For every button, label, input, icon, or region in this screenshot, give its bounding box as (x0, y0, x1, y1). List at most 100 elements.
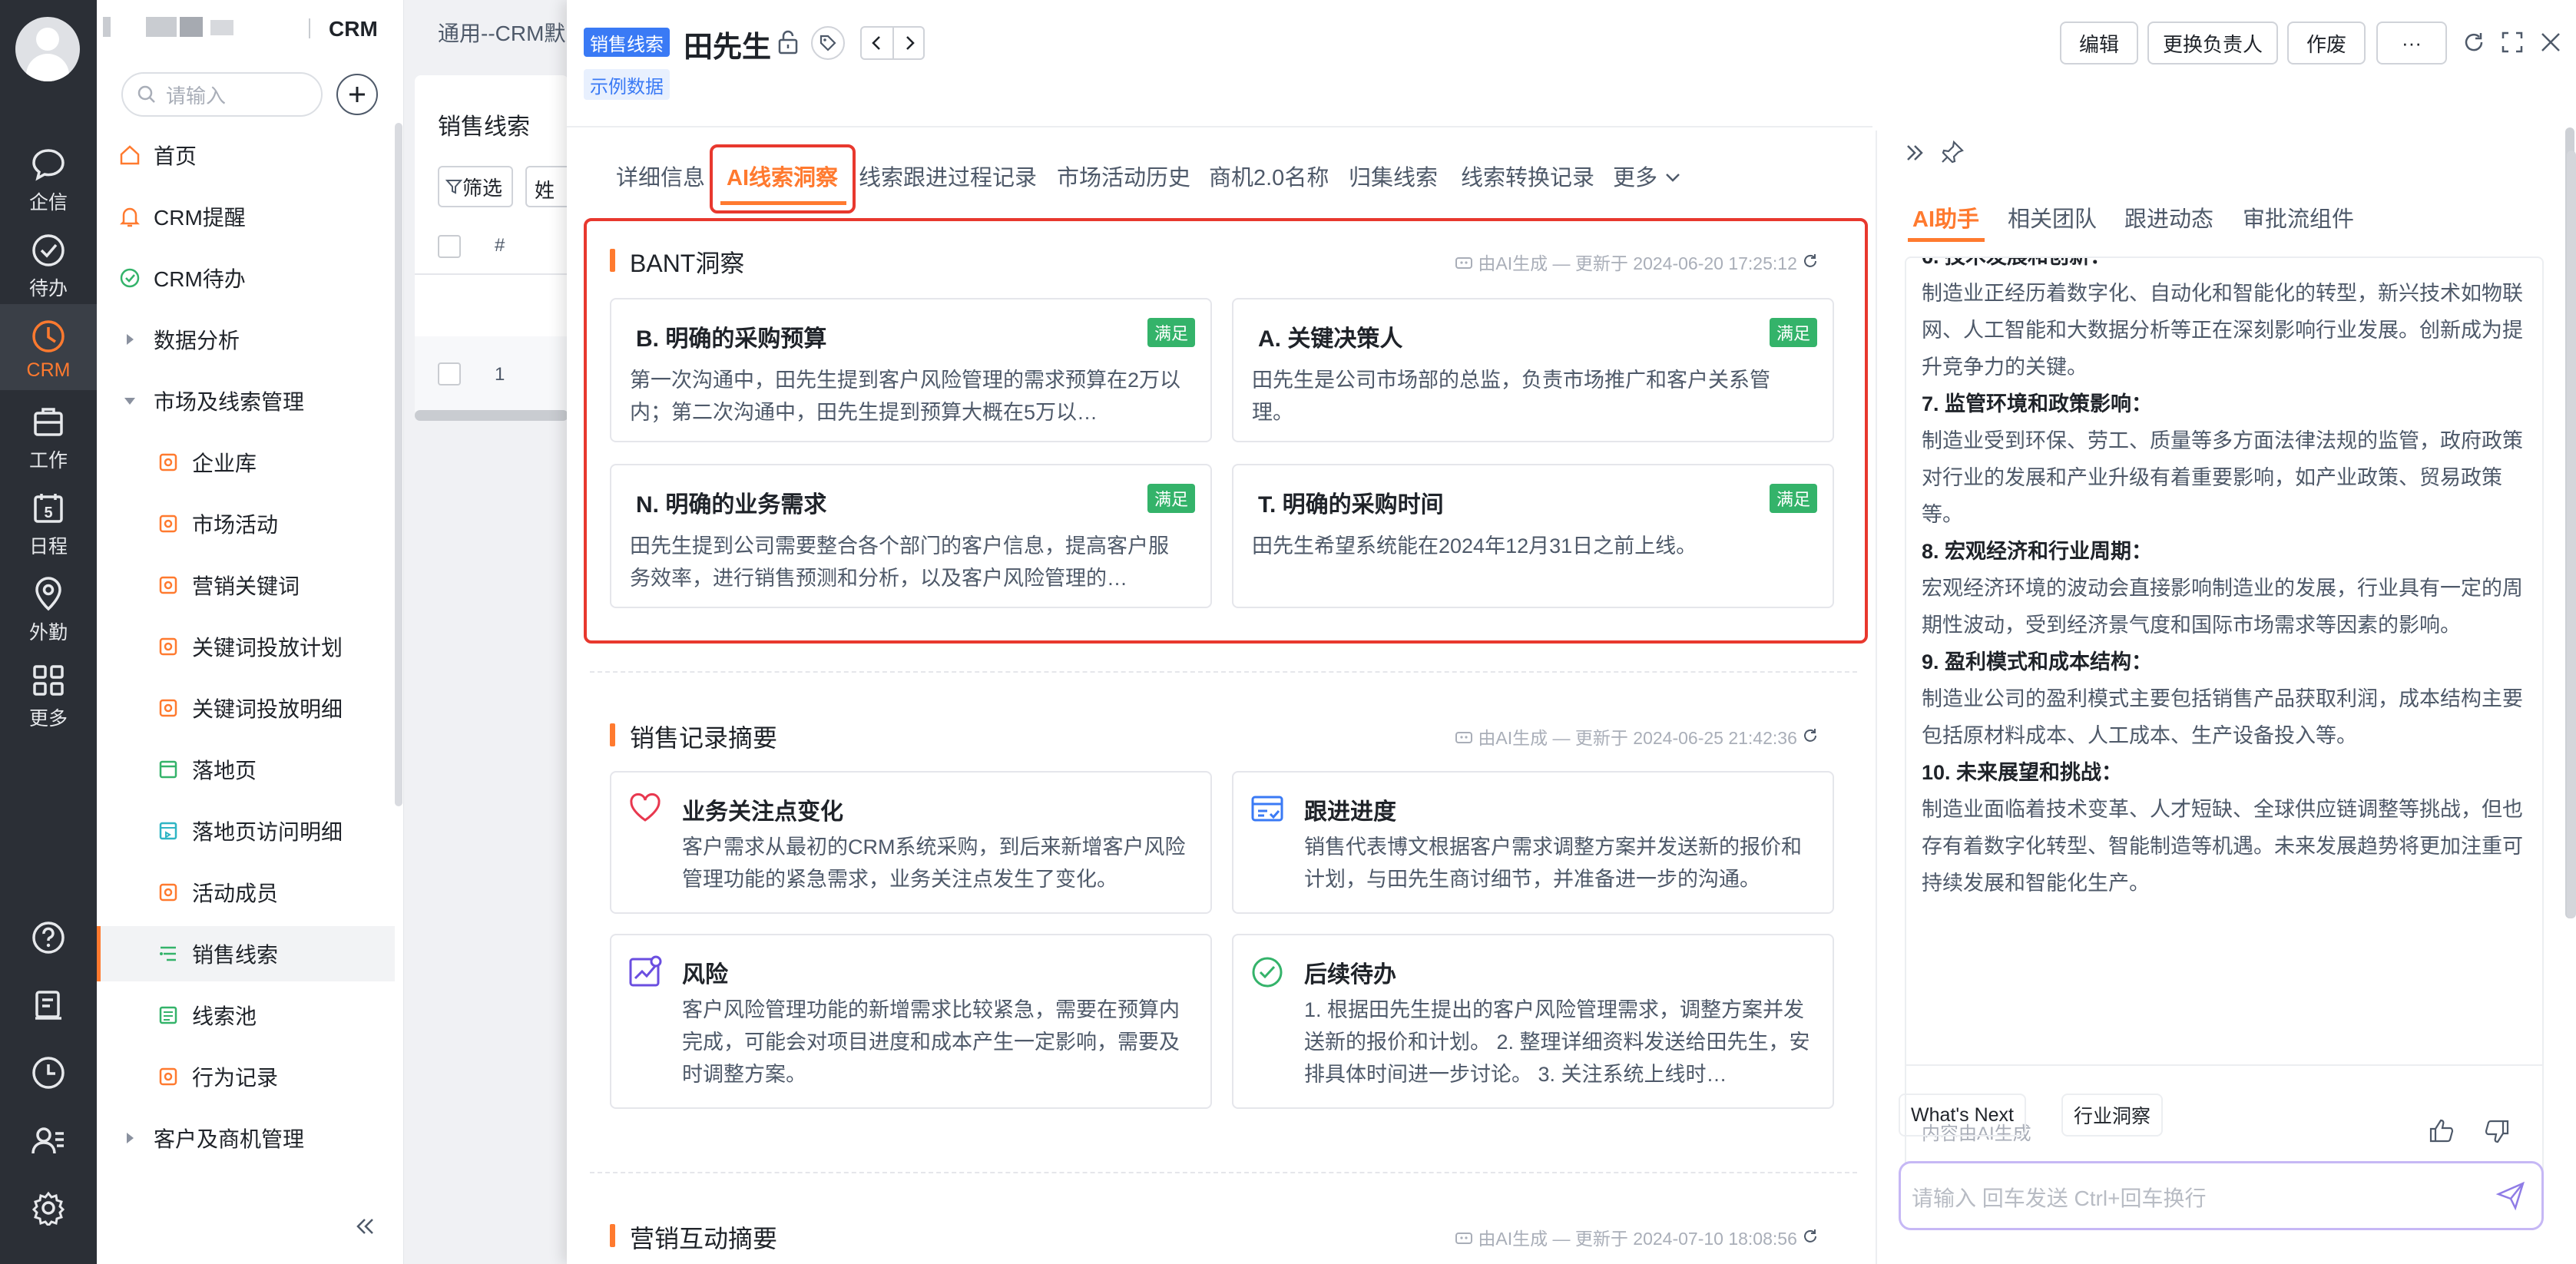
rail-item-field[interactable]: 外勤 (0, 576, 97, 645)
sidebar-item-company-library[interactable]: 企业库 (97, 435, 395, 490)
pin-icon[interactable] (1940, 140, 1965, 164)
sidebar-item-activity-members[interactable]: 活动成员 (97, 865, 395, 920)
chip-whats-next[interactable]: What's Next (1899, 1094, 2026, 1137)
tab-merged-leads[interactable]: 归集线索 (1349, 160, 1438, 192)
rail-item-crm[interactable]: CRM (0, 318, 97, 382)
sidebar-item-label: 行为记录 (192, 1066, 279, 1090)
tag-button[interactable] (811, 26, 845, 60)
ai-chat-input[interactable]: 请输入 回车发送 Ctrl+回车换行 (1899, 1161, 2544, 1230)
chip-industry-insight[interactable]: 行业洞察 (2061, 1094, 2164, 1137)
fullscreen-icon[interactable] (2501, 31, 2524, 54)
rail-item-work[interactable]: 工作 (0, 404, 97, 473)
refresh-icon[interactable] (1802, 727, 1819, 744)
tab-campaign-history[interactable]: 市场活动历史 (1057, 160, 1190, 192)
summary-card-focus[interactable]: 业务关注点变化 客户需求从最初的CRM系统采购，到后来新增客户风险管理功能的紧急… (610, 771, 1212, 914)
select-all-checkbox[interactable] (438, 235, 461, 258)
bant-card-authority[interactable]: A. 关键决策人 满足 田先生是公司市场部的总监，负责市场推广和客户关系管理。 (1232, 298, 1834, 442)
send-icon[interactable] (2495, 1180, 2526, 1211)
history-clock-icon[interactable] (31, 1055, 66, 1090)
tab-conversion-records[interactable]: 线索转换记录 (1461, 160, 1594, 192)
sidebar-item-label: 关键词投放计划 (192, 636, 343, 660)
edit-button[interactable]: 编辑 (2060, 22, 2138, 65)
sidebar-item-crm-reminder[interactable]: CRM提醒 (97, 189, 395, 244)
refresh-icon[interactable] (1802, 1228, 1819, 1245)
bant-title: BANT洞察 (610, 244, 744, 280)
bant-card-timeline[interactable]: T. 明确的采购时间 满足 田先生希望系统能在2024年12月31日之前上线。 (1232, 464, 1834, 608)
chevron-down-icon (1666, 174, 1680, 182)
help-icon[interactable] (31, 920, 66, 955)
sidebar-item-behavior-records[interactable]: 行为记录 (97, 1049, 395, 1104)
expand-double-chevron-icon[interactable] (1903, 141, 1926, 164)
sidebar-item-sales-leads[interactable]: 销售线索 (97, 926, 395, 981)
nav-scrollbar[interactable] (395, 123, 402, 806)
ai-tab-assistant[interactable]: AI助手 (1912, 201, 1979, 233)
sidebar-item-market-lead-mgmt[interactable]: 市场及线索管理 (97, 373, 395, 429)
void-button[interactable]: 作废 (2287, 22, 2366, 65)
sidebar-item-customer-opportunity-mgmt[interactable]: 客户及商机管理 (97, 1110, 395, 1166)
bant-card-budget[interactable]: B. 明确的采购预算 满足 第一次沟通中，田先生提到客户风险管理的需求预算在2万… (610, 298, 1212, 442)
settings-gear-icon[interactable] (31, 1190, 66, 1226)
view-title[interactable]: 通用--CRM默 (438, 17, 565, 48)
nav-search[interactable]: 请输入 (121, 72, 323, 117)
refresh-icon[interactable] (2462, 31, 2485, 54)
ai-response-card: 6. 技术发展和创新： 制造业正经历着数字化、自动化和智能化的转型，新兴技术如物… (1905, 256, 2544, 1193)
sidebar-item-label: 销售线索 (192, 943, 279, 967)
rail-item-more[interactable]: 更多 (0, 662, 97, 731)
add-button[interactable] (336, 74, 378, 115)
ai-tab-approval[interactable]: 审批流组件 (2243, 201, 2354, 233)
ai-tab-dynamics[interactable]: 跟进动态 (2124, 201, 2213, 233)
change-owner-button[interactable]: 更换负责人 (2147, 22, 2278, 65)
sidebar-item-data-analysis[interactable]: 数据分析 (97, 312, 395, 367)
sidebar-item-keyword-plan[interactable]: 关键词投放计划 (97, 619, 395, 674)
tab-opportunity[interactable]: 商机2.0名称 (1209, 160, 1329, 192)
summary-card-progress[interactable]: 跟进进度 销售代表博文根据客户需求调整方案并发送新的报价和计划，与田先生商讨细节… (1232, 771, 1834, 914)
tab-followup-records[interactable]: 线索跟进过程记录 (859, 160, 1037, 192)
sidebar-item-landing-page-visits[interactable]: 落地页访问明细 (97, 803, 395, 859)
rail-item-calendar[interactable]: 5 日程 (0, 490, 97, 559)
thumbs-up-icon[interactable] (2429, 1118, 2455, 1144)
h-scrollbar[interactable] (415, 410, 568, 421)
contacts-icon[interactable] (31, 1123, 66, 1158)
rail-item-todo[interactable]: 待办 (0, 232, 97, 301)
sidebar-item-marketing-activity[interactable]: 市场活动 (97, 496, 395, 551)
tab-ai-insight[interactable]: AI线索洞察 (727, 160, 838, 192)
notes-icon[interactable] (31, 988, 66, 1023)
bant-card-need[interactable]: N. 明确的业务需求 满足 田先生提到公司需要整合各个部门的客户信息，提高客户服… (610, 464, 1212, 608)
sidebar-item-landing-page[interactable]: 落地页 (97, 742, 395, 797)
index-header: # (495, 235, 505, 256)
table-row[interactable]: 1 (415, 336, 568, 412)
thumbs-down-icon[interactable] (2484, 1118, 2510, 1144)
tab-more[interactable]: 更多 (1613, 160, 1682, 192)
row-checkbox[interactable] (438, 362, 461, 385)
sidebar-item-home[interactable]: 首页 (97, 127, 395, 183)
ai-assistant-panel: AI助手 相关团队 跟进动态 审批流组件 6. 技术发展和创新： 制造业正经历着… (1877, 127, 2576, 1264)
bant-ai-meta: 由AI生成 — 更新于 2024-06-20 17:25:12 (1455, 249, 1819, 275)
status-badge: 满足 (1770, 318, 1817, 347)
summary-card-todo[interactable]: 后续待办 1. 根据田先生提出的客户风险管理需求，调整方案并发送新的报价和计划。… (1232, 934, 1834, 1109)
more-actions-button[interactable]: ··· (2376, 22, 2447, 65)
drawer-scrollbar[interactable] (2567, 151, 2576, 918)
chevron-right-icon[interactable] (900, 34, 919, 52)
caret-down-icon (118, 389, 141, 412)
tab-detail[interactable]: 详细信息 (616, 160, 705, 192)
sidebar-item-keyword-detail[interactable]: 关键词投放明细 (97, 680, 395, 736)
close-icon[interactable] (2539, 31, 2562, 54)
avatar[interactable] (15, 17, 80, 81)
filter-button[interactable]: 筛选 (438, 166, 513, 207)
sidebar-item-label: 市场活动 (192, 513, 279, 537)
summary-card-risk[interactable]: 风险 客户风险管理功能的新增需求比较紧急，需要在预算内完成，可能会对项目进度和成… (610, 934, 1212, 1109)
unlock-icon[interactable] (776, 29, 800, 55)
refresh-icon[interactable] (1802, 253, 1819, 270)
ai-tab-team[interactable]: 相关团队 (2008, 201, 2097, 233)
ai-chat-input-placeholder[interactable]: 请输入 回车发送 Ctrl+回车换行 (1912, 1182, 2206, 1213)
collapse-double-chevron-icon[interactable] (353, 1215, 376, 1238)
sidebar-item-marketing-keyword[interactable]: 营销关键词 (97, 558, 395, 613)
sidebar-item-lead-pool[interactable]: 线索池 (97, 988, 395, 1043)
column-select[interactable]: 姓 (525, 166, 571, 207)
rail-item-messages[interactable]: 企信 (0, 146, 97, 215)
sidebar-item-label: 落地页访问明细 (192, 820, 343, 844)
nav-search-input[interactable]: 请输入 (166, 81, 226, 109)
tag-icon (819, 35, 836, 51)
sidebar-item-crm-todo[interactable]: CRM待办 (97, 250, 395, 306)
chevron-left-icon[interactable] (868, 34, 886, 52)
